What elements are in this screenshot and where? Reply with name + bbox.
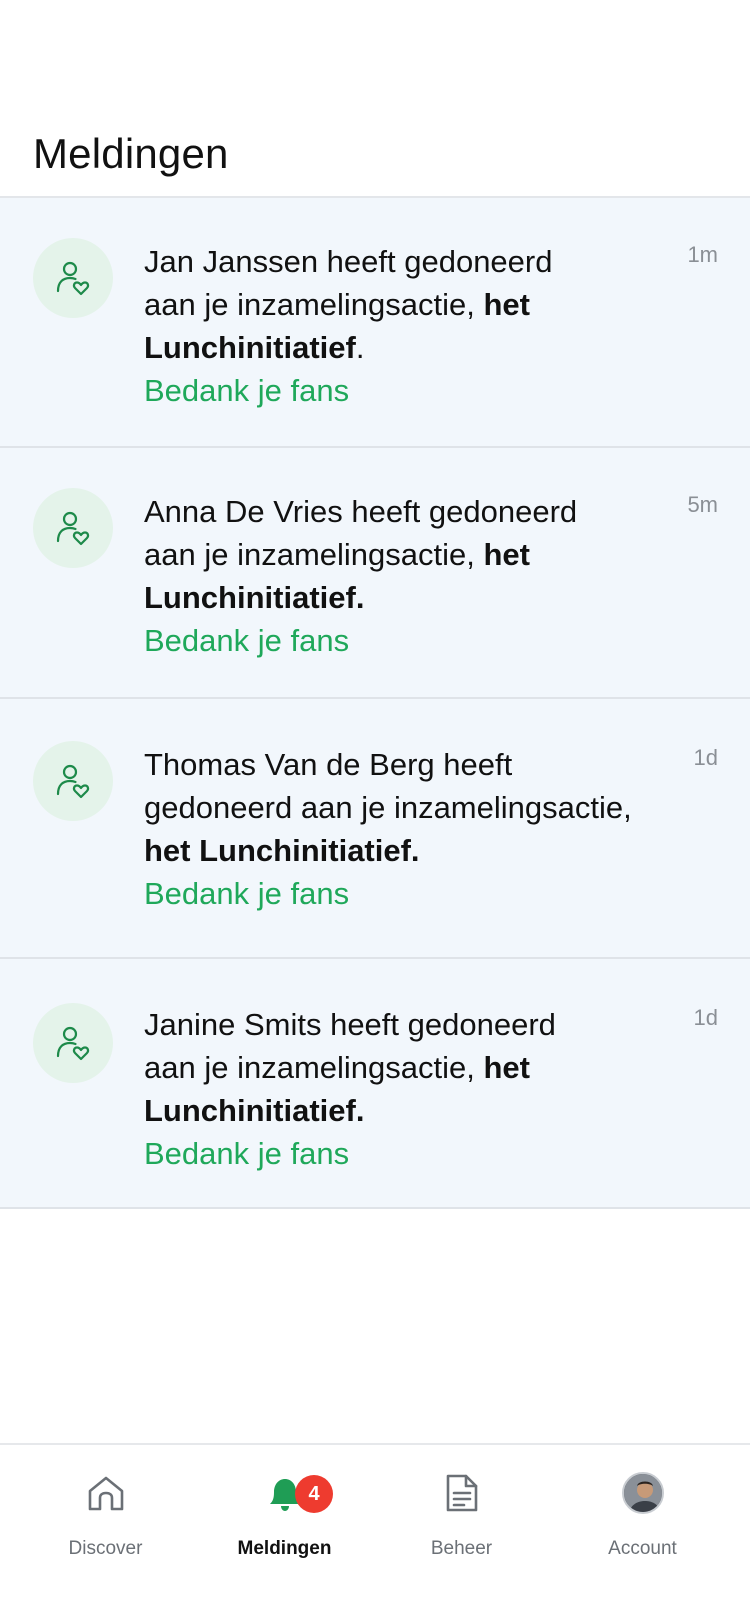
notification-text: Janine Smits heeft gedoneerd aan je inza… <box>144 1003 674 1175</box>
tab-meldingen[interactable]: 4 Meldingen <box>191 1445 378 1624</box>
user-heart-icon <box>56 511 90 546</box>
notification-item[interactable]: Thomas Van de Berg heeft gedoneerd aan j… <box>0 699 750 959</box>
tab-label: Discover <box>68 1538 143 1559</box>
tab-label: Beheer <box>430 1538 493 1559</box>
donor-icon-circle <box>33 1003 113 1083</box>
tab-beheer[interactable]: Beheer <box>368 1445 555 1624</box>
donor-icon-circle <box>33 488 113 568</box>
home-icon <box>83 1470 129 1516</box>
tab-discover[interactable]: Discover <box>12 1445 199 1624</box>
thank-fans-link[interactable]: Bedank je fans <box>144 1132 674 1175</box>
document-icon <box>439 1470 485 1516</box>
tab-label: Account <box>608 1538 677 1559</box>
thank-fans-link[interactable]: Bedank je fans <box>144 619 674 662</box>
user-heart-icon <box>56 764 90 799</box>
notification-count-badge: 4 <box>295 1475 333 1513</box>
notification-time: 1d <box>693 745 718 770</box>
notification-item[interactable]: Jan Janssen heeft gedoneerd aan je inzam… <box>0 198 750 448</box>
notification-text: Thomas Van de Berg heeft gedoneerd aan j… <box>144 743 674 915</box>
user-heart-icon <box>56 1026 90 1061</box>
header: Meldingen <box>0 0 750 198</box>
notification-time: 1d <box>693 1005 718 1030</box>
page-title: Meldingen <box>33 130 229 177</box>
donor-icon-circle <box>33 741 113 821</box>
notification-item[interactable]: Anna De Vries heeft gedoneerd aan je inz… <box>0 448 750 699</box>
notification-time: 1m <box>687 242 718 267</box>
user-heart-icon <box>56 261 90 296</box>
tab-label: Meldingen <box>237 1538 332 1559</box>
notification-text: Anna De Vries heeft gedoneerd aan je inz… <box>144 490 674 662</box>
notification-list: Jan Janssen heeft gedoneerd aan je inzam… <box>0 198 750 1209</box>
thank-fans-link[interactable]: Bedank je fans <box>144 872 674 915</box>
thank-fans-link[interactable]: Bedank je fans <box>144 369 674 412</box>
avatar <box>620 1470 666 1516</box>
notification-text: Jan Janssen heeft gedoneerd aan je inzam… <box>144 240 674 412</box>
tab-account[interactable]: Account <box>549 1445 736 1624</box>
donor-icon-circle <box>33 238 113 318</box>
tab-bar: Discover 4 Meldingen Beheer Account <box>0 1443 750 1624</box>
notification-item[interactable]: Janine Smits heeft gedoneerd aan je inza… <box>0 959 750 1209</box>
notification-time: 5m <box>687 492 718 517</box>
